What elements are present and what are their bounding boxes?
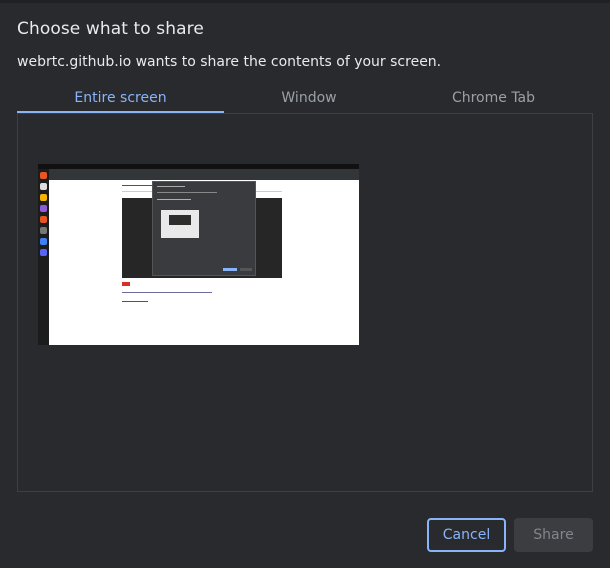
thumbnail-dock xyxy=(38,169,49,345)
thumbnail-red-badge xyxy=(122,282,130,286)
thumbnail-dock-app xyxy=(40,205,47,212)
thumbnail-dock-app xyxy=(40,216,47,223)
dialog-top-band xyxy=(0,0,610,3)
thumbnail-dialog xyxy=(152,181,256,276)
dialog-title: Choose what to share xyxy=(17,19,204,39)
thumbnail-dialog-text xyxy=(157,192,217,193)
thumbnail-dock-app xyxy=(40,249,47,256)
thumbnail-dialog-button xyxy=(223,268,237,271)
screen-thumbnail[interactable] xyxy=(38,164,359,345)
thumbnail-dock-app xyxy=(40,227,47,234)
dialog-subtitle: webrtc.github.io wants to share the cont… xyxy=(17,54,442,70)
source-tabs: Entire screen Window Chrome Tab xyxy=(17,84,593,114)
thumbnail-dock-app xyxy=(40,238,47,245)
thumbnail-dialog-preview xyxy=(161,210,199,238)
tab-entire-screen[interactable]: Entire screen xyxy=(17,84,224,114)
tab-chrome-tab[interactable]: Chrome Tab xyxy=(394,84,593,114)
thumbnail-dialog-title xyxy=(157,186,185,187)
thumbnail-dock-app xyxy=(40,183,47,190)
thumbnail-text-line xyxy=(122,292,212,293)
share-button[interactable]: Share xyxy=(514,518,593,552)
thumbnail-link xyxy=(122,301,148,302)
thumbnail-dialog-preview-inner xyxy=(169,215,191,225)
thumbnail-dock-app xyxy=(40,194,47,201)
thumbnail-browser-bar xyxy=(49,169,359,180)
thumbnail-page xyxy=(49,180,359,345)
source-list-panel xyxy=(17,113,593,492)
thumbnail-dock-app xyxy=(40,172,47,179)
screen-share-dialog: Choose what to share webrtc.github.io wa… xyxy=(0,0,610,568)
thumbnail-page-title xyxy=(122,185,152,186)
tab-window[interactable]: Window xyxy=(224,84,394,114)
thumbnail-dialog-button xyxy=(240,268,252,271)
thumbnail-dialog-tab xyxy=(157,199,191,200)
cancel-button[interactable]: Cancel xyxy=(427,518,506,552)
